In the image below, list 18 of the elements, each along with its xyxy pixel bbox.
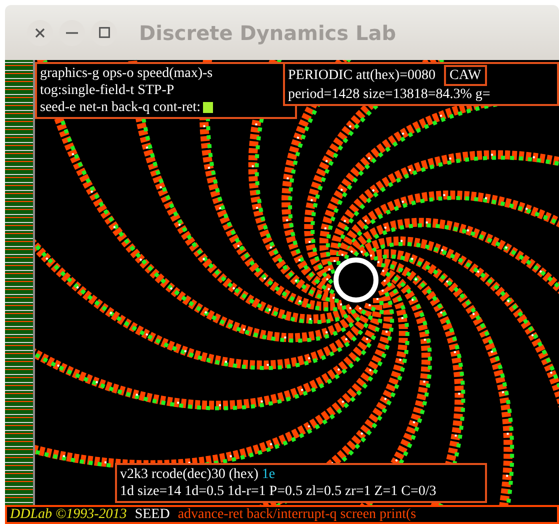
attractor-details: period=1428 size=13818=84.3% g= (288, 86, 492, 103)
cursor-icon (202, 102, 213, 113)
mode-badge: CAW (444, 65, 488, 86)
credit-text: DDLab ©1993-2013 (10, 507, 127, 522)
help-line: graphics-g ops-o speed(max)-s (40, 65, 213, 82)
window-title: Discrete Dynamics Lab (139, 20, 396, 46)
close-icon (35, 28, 45, 38)
rule-hex: 1e (262, 467, 276, 482)
key-hint: advance-ret back/interrupt-q screen print(s (178, 507, 416, 522)
help-line: seed-e net-n back-q cont-ret: (40, 99, 201, 116)
attractor-value: 0080 (408, 67, 436, 84)
minimize-icon (66, 32, 78, 34)
attractor-label: PERIODIC att(hex)= (288, 67, 408, 84)
maximize-icon (98, 27, 110, 38)
mode-text: SEED (134, 507, 170, 522)
rule-parameters: 1d size=14 1d=0.5 1d-r=1 P=0.5 zl=0.5 zr=1 Z=1 C=0/3 (120, 483, 438, 500)
rule-code: v2k3 rcode(dec)30 (hex) (120, 467, 258, 482)
help-line: tog:single-field-t STP-P (40, 82, 174, 99)
